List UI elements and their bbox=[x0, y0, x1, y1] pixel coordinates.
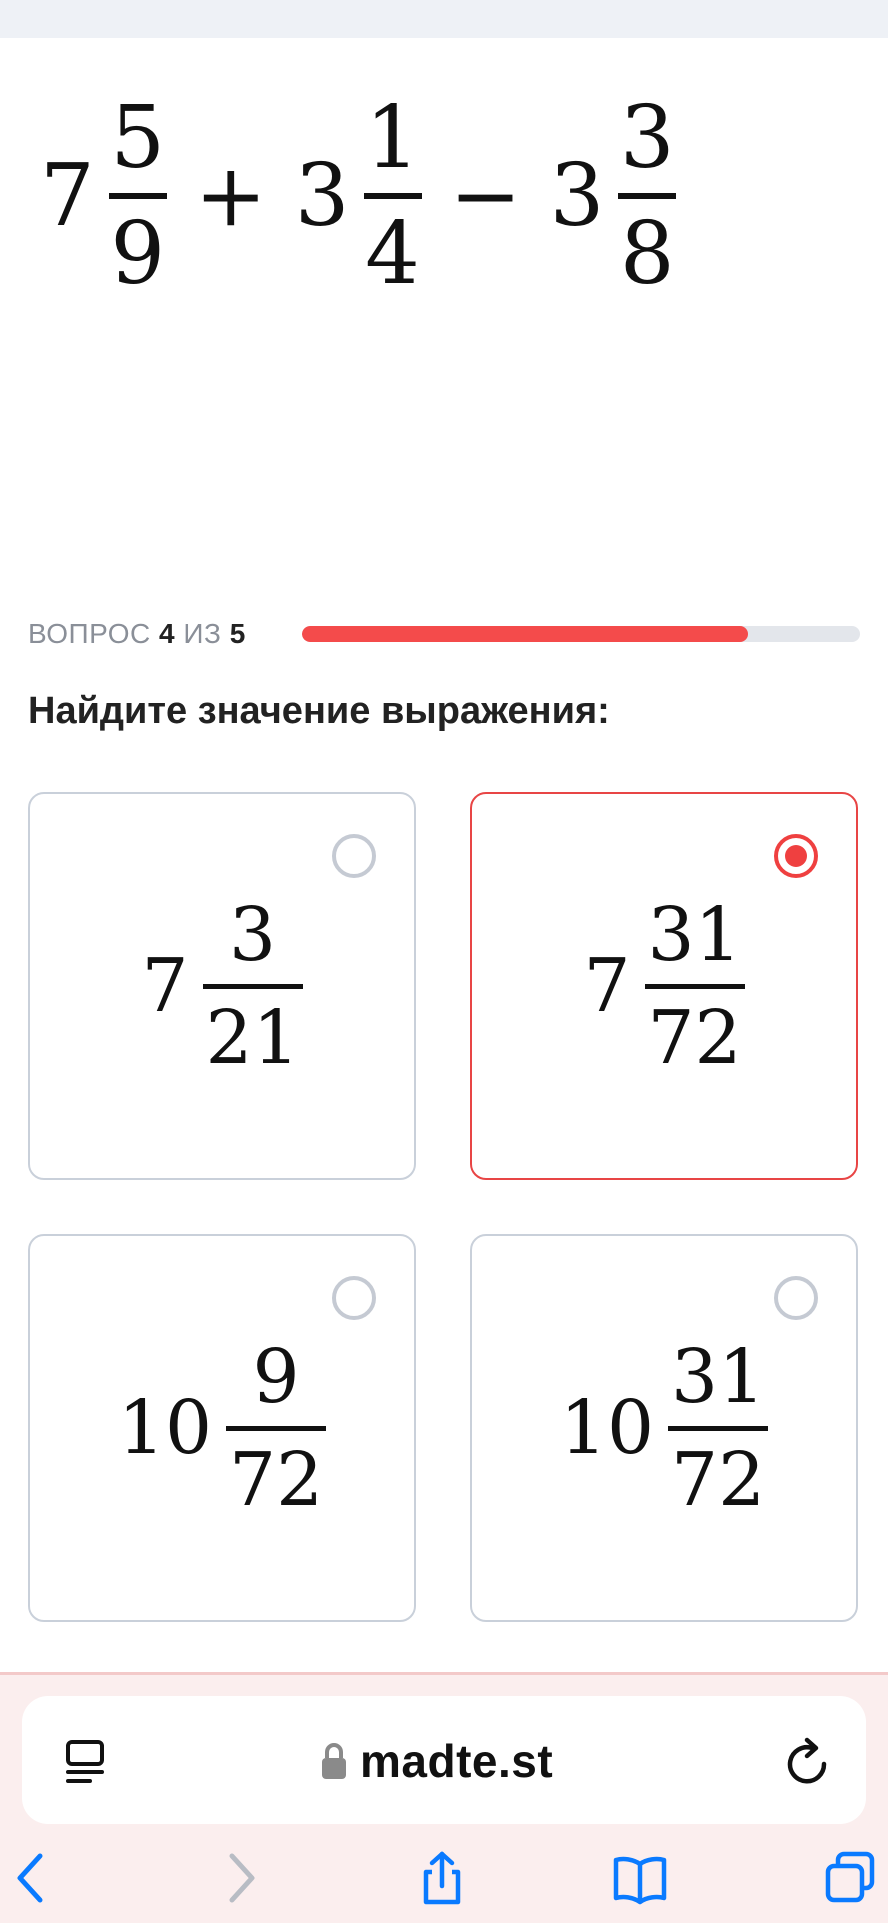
term2-denominator: 4 bbox=[365, 204, 420, 304]
answer-fraction: 3 21 bbox=[202, 891, 303, 1081]
term1-denominator: 9 bbox=[110, 204, 166, 304]
tabs-icon[interactable] bbox=[822, 1850, 878, 1906]
term1-numerator: 5 bbox=[110, 88, 166, 188]
progress-separator: ИЗ bbox=[183, 618, 222, 649]
answer-numerator: 9 bbox=[252, 1333, 300, 1420]
answer-fraction: 9 72 bbox=[226, 1333, 327, 1523]
answer-numerator: 31 bbox=[647, 891, 742, 978]
top-strip bbox=[0, 0, 888, 38]
term1-whole: 7 bbox=[40, 146, 95, 246]
progress-bar bbox=[302, 626, 860, 642]
answer-option-1[interactable]: 7 3 21 bbox=[28, 792, 416, 1180]
term2-fraction: 1 4 bbox=[363, 88, 422, 304]
lock-icon bbox=[322, 1743, 346, 1779]
minus-operator: − bbox=[449, 146, 522, 246]
answer-value: 10 31 72 bbox=[472, 1236, 856, 1620]
answer-denominator: 72 bbox=[647, 994, 742, 1081]
answer-numerator: 3 bbox=[229, 891, 277, 978]
reload-icon[interactable] bbox=[780, 1736, 834, 1790]
answer-whole: 10 bbox=[117, 1385, 213, 1471]
progress-current: 4 bbox=[159, 618, 176, 649]
term1-fraction: 5 9 bbox=[108, 88, 167, 304]
term3-numerator: 3 bbox=[619, 88, 675, 188]
answer-denominator: 72 bbox=[670, 1436, 766, 1523]
answer-value: 7 3 21 bbox=[30, 794, 414, 1178]
answer-option-3[interactable]: 10 9 72 bbox=[28, 1234, 416, 1622]
fraction-bar bbox=[202, 983, 303, 989]
fraction-bar bbox=[363, 193, 422, 199]
back-icon[interactable] bbox=[6, 1850, 62, 1906]
answer-fraction: 31 72 bbox=[668, 1333, 769, 1523]
term2-numerator: 1 bbox=[365, 88, 420, 188]
fraction-bar bbox=[226, 1425, 327, 1431]
fraction-bar bbox=[644, 983, 745, 989]
plus-operator: + bbox=[194, 146, 267, 246]
answer-denominator: 21 bbox=[205, 994, 300, 1081]
reader-icon[interactable] bbox=[64, 1736, 108, 1788]
answer-denominator: 72 bbox=[228, 1436, 324, 1523]
answer-value: 10 9 72 bbox=[30, 1236, 414, 1620]
share-icon[interactable] bbox=[414, 1850, 470, 1906]
progress-total: 5 bbox=[229, 618, 246, 649]
progress-prefix: ВОПРОС bbox=[28, 618, 151, 649]
term3-whole: 3 bbox=[549, 146, 605, 246]
fraction-bar bbox=[618, 193, 677, 199]
answer-value: 7 31 72 bbox=[472, 794, 856, 1178]
question-text: Найдите значение выражения: bbox=[28, 690, 610, 732]
answer-numerator: 31 bbox=[670, 1333, 766, 1420]
answer-whole: 7 bbox=[583, 943, 631, 1029]
answer-option-2[interactable]: 7 31 72 bbox=[470, 792, 858, 1180]
term3-denominator: 8 bbox=[619, 204, 675, 304]
forward-icon[interactable] bbox=[212, 1850, 268, 1906]
bookmarks-icon[interactable] bbox=[612, 1850, 668, 1906]
math-expression: 7 5 9 + 3 1 4 − 3 3 8 bbox=[40, 88, 677, 304]
answer-whole: 10 bbox=[559, 1385, 655, 1471]
fraction-bar bbox=[108, 193, 167, 199]
url-text: madte.st bbox=[360, 1735, 554, 1787]
answer-fraction: 31 72 bbox=[644, 891, 745, 1081]
answer-whole: 7 bbox=[141, 943, 189, 1029]
answer-option-4[interactable]: 10 31 72 bbox=[470, 1234, 858, 1622]
progress-fill bbox=[302, 626, 749, 642]
url-display[interactable]: madte.st bbox=[320, 1735, 554, 1787]
term2-whole: 3 bbox=[294, 146, 350, 246]
progress-label: ВОПРОС 4 ИЗ 5 bbox=[28, 618, 246, 650]
term3-fraction: 3 8 bbox=[618, 88, 677, 304]
fraction-bar bbox=[668, 1425, 769, 1431]
